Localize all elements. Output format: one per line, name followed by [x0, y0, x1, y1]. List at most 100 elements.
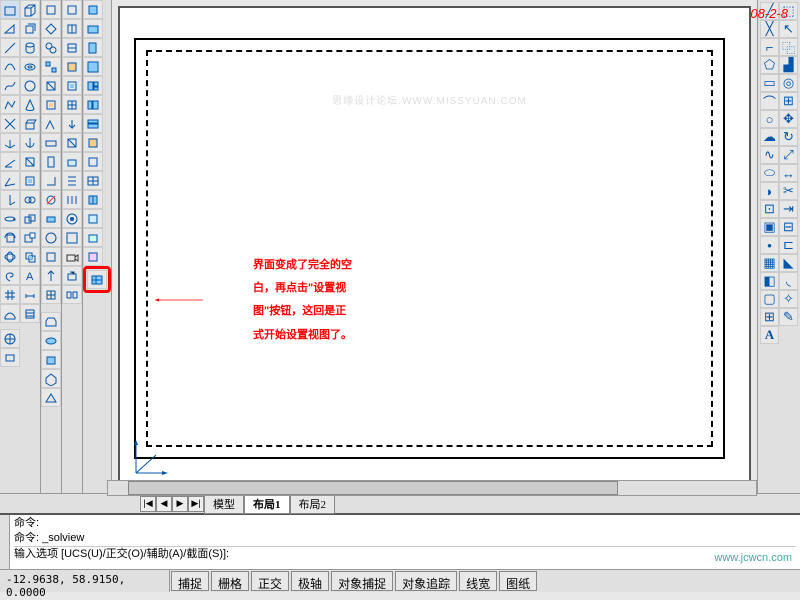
explode-tool-icon[interactable]: ✧ — [779, 290, 798, 308]
tool-v12-icon[interactable] — [62, 209, 82, 228]
tool-view-icon[interactable] — [0, 348, 20, 367]
tool-surface-icon[interactable] — [0, 304, 20, 323]
command-line[interactable]: 命令: 命令: _solview 输入选项 [UCS(U)/正交(O)/辅助(A… — [0, 513, 800, 569]
tool-subtract-icon[interactable] — [20, 228, 40, 247]
paint-tool-icon[interactable]: ✎ — [779, 308, 798, 326]
tool-d4-icon[interactable] — [83, 57, 103, 76]
tool-d6-icon[interactable] — [83, 95, 103, 114]
tool-ic13-icon[interactable] — [41, 228, 61, 247]
tab-nav-last[interactable]: ▶| — [188, 496, 204, 512]
tool-d14-icon[interactable] — [83, 247, 103, 266]
rect-tool-icon[interactable]: ▭ — [760, 74, 779, 92]
ellipse-tool-icon[interactable]: ⬭ — [760, 164, 779, 182]
tab-nav-first[interactable]: |◀ — [140, 496, 156, 512]
tool-extrude-icon[interactable] — [20, 114, 40, 133]
tool-ic10-icon[interactable] — [41, 171, 61, 190]
tool-ic11-icon[interactable] — [41, 190, 61, 209]
tool-face-rot-icon[interactable] — [0, 228, 20, 247]
scale-tool-icon[interactable]: ⤢ — [779, 146, 798, 164]
tool-v2-icon[interactable] — [62, 19, 82, 38]
tool-cube-icon[interactable] — [20, 19, 40, 38]
tool-obj2-icon[interactable] — [41, 331, 61, 350]
tool-obj4-icon[interactable] — [41, 369, 61, 388]
circle-tool-icon[interactable]: ○ — [760, 110, 779, 128]
tool-text3d-icon[interactable]: A — [20, 266, 40, 285]
otrack-toggle[interactable]: 对象追踪 — [395, 571, 457, 591]
cmdline-grip[interactable] — [0, 515, 10, 569]
polygon-tool-icon[interactable]: ⬠ — [760, 56, 779, 74]
tool-d13-icon[interactable] — [83, 228, 103, 247]
xline-tool-icon[interactable]: ╳ — [760, 20, 779, 38]
horizontal-scrollbar[interactable] — [107, 480, 757, 496]
tool-v13-icon[interactable] — [62, 228, 82, 247]
text-tool-icon[interactable]: A — [760, 326, 779, 344]
osnap-toggle[interactable]: 对象捕捉 — [331, 571, 393, 591]
tool-d7-icon[interactable] — [83, 114, 103, 133]
tool-grid-icon[interactable] — [0, 285, 20, 304]
tool-spiral-icon[interactable] — [0, 266, 20, 285]
tool-v10-icon[interactable] — [62, 171, 82, 190]
rotate-tool-icon[interactable]: ↻ — [779, 128, 798, 146]
tool-obj3-icon[interactable] — [41, 350, 61, 369]
tool-globe-icon[interactable] — [0, 329, 20, 348]
tool-ic4-icon[interactable] — [41, 57, 61, 76]
tool-d2-icon[interactable] — [83, 19, 103, 38]
trim-tool-icon[interactable]: ✂ — [779, 182, 798, 200]
tool-v5-icon[interactable] — [62, 76, 82, 95]
copy-tool-icon[interactable]: ⿻ — [779, 38, 798, 56]
tool-intersect2-icon[interactable] — [20, 247, 40, 266]
pline-tool-icon[interactable]: ⌐ — [760, 38, 779, 56]
drawing-canvas[interactable]: 思缘设计论坛.WWW.MISSYUAN.COM — [118, 6, 751, 491]
tool-cyl-icon[interactable] — [20, 38, 40, 57]
tool-d1-icon[interactable] — [83, 0, 103, 19]
tool-ic5-icon[interactable] — [41, 76, 61, 95]
tool-section-icon[interactable] — [20, 171, 40, 190]
tool-v9-icon[interactable] — [62, 152, 82, 171]
tool-camera-icon[interactable] — [62, 247, 82, 266]
tool-ic15-icon[interactable] — [41, 266, 61, 285]
ellipsearc-tool-icon[interactable]: ◗ — [760, 182, 779, 200]
tool-v4-icon[interactable] — [62, 57, 82, 76]
polar-toggle[interactable]: 极轴 — [291, 571, 329, 591]
tool-sphere-icon[interactable] — [20, 76, 40, 95]
tool-ic7-icon[interactable] — [41, 114, 61, 133]
tool-box-icon[interactable] — [0, 0, 20, 19]
tool-ic12-icon[interactable] — [41, 209, 61, 228]
pick-tool-icon[interactable]: ↖ — [779, 20, 798, 38]
tool-obj1-icon[interactable] — [41, 312, 61, 331]
tool-ic2-icon[interactable] — [41, 19, 61, 38]
stretch-tool-icon[interactable]: ↔ — [779, 164, 798, 182]
gradient-tool-icon[interactable]: ◧ — [760, 272, 779, 290]
tool-d12-icon[interactable] — [83, 209, 103, 228]
tool-rotate3d-icon[interactable] — [0, 209, 20, 228]
tool-orbit-icon[interactable] — [0, 247, 20, 266]
hatch-tool-icon[interactable]: ▦ — [760, 254, 779, 272]
tool-wedge-icon[interactable] — [0, 19, 20, 38]
setup-view-button[interactable] — [87, 270, 107, 289]
snap-toggle[interactable]: 捕捉 — [171, 571, 209, 591]
break2-tool-icon[interactable]: ⊏ — [779, 236, 798, 254]
tool-d8-icon[interactable] — [83, 133, 103, 152]
grid-toggle[interactable]: 栅格 — [211, 571, 249, 591]
point-tool-icon[interactable]: • — [760, 236, 779, 254]
tab-model[interactable]: 模型 — [204, 494, 244, 514]
tool-revolve-icon[interactable] — [20, 133, 40, 152]
tool-ic8-icon[interactable] — [41, 133, 61, 152]
tool-v8-icon[interactable] — [62, 133, 82, 152]
insert-tool-icon[interactable]: ⊡ — [760, 200, 779, 218]
tool-ic16-icon[interactable] — [41, 285, 61, 304]
tool-v16-icon[interactable] — [62, 285, 82, 304]
tab-layout2[interactable]: 布局2 — [290, 494, 336, 514]
tool-hatch-icon[interactable] — [20, 304, 40, 323]
tool-curve-icon[interactable] — [0, 76, 20, 95]
table-tool-icon[interactable]: ⊞ — [760, 308, 779, 326]
tab-nav-next[interactable]: ▶ — [172, 496, 188, 512]
tool-axis-x-icon[interactable] — [0, 152, 20, 171]
paper-toggle[interactable]: 图纸 — [499, 571, 537, 591]
tool-d9-icon[interactable] — [83, 152, 103, 171]
lwt-toggle[interactable]: 线宽 — [459, 571, 497, 591]
tool-union-icon[interactable] — [20, 209, 40, 228]
tool-ic3-icon[interactable] — [41, 38, 61, 57]
block-tool-icon[interactable]: ▣ — [760, 218, 779, 236]
tool-ic-icon[interactable] — [41, 0, 61, 19]
